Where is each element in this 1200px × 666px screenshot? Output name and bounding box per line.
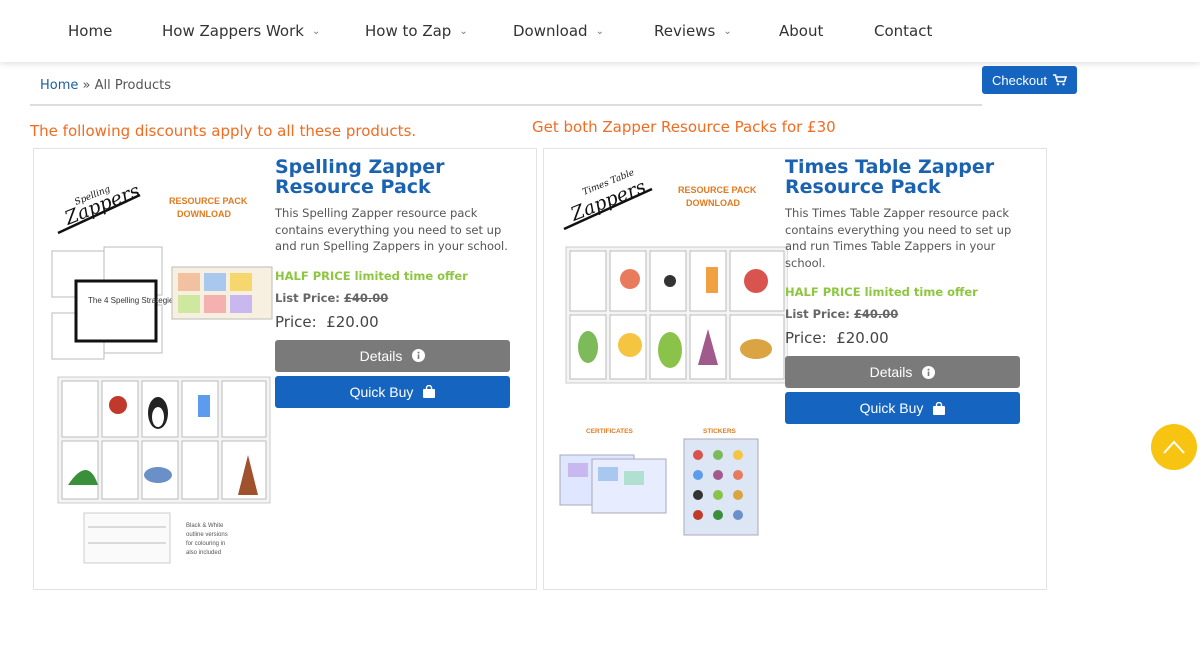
times-table-pack-illustration: Times Table Zappers RESOURCE PACK DOWNLO…	[559, 168, 789, 536]
nav-download[interactable]: Download ⌄	[513, 22, 604, 40]
nav-contact[interactable]: Contact	[874, 22, 932, 40]
nav-download-label: Download	[513, 22, 588, 40]
list-price-value: £40.00	[343, 290, 389, 305]
cart-icon	[1052, 74, 1067, 86]
shopping-bag-icon	[933, 401, 946, 415]
nav-how-to-zap-label: How to Zap	[365, 22, 452, 40]
chevron-down-icon: ⌄	[595, 26, 604, 37]
checkout-button[interactable]: Checkout	[982, 66, 1077, 94]
quick-buy-button[interactable]: Quick Buy	[785, 392, 1020, 424]
product-description: This Times Table Zapper resource pack co…	[785, 206, 1012, 270]
nav-home-label: Home	[68, 22, 113, 40]
svg-text:also included: also included	[186, 550, 221, 556]
nav-reviews-label: Reviews	[654, 22, 716, 40]
svg-text:STICKERS: STICKERS	[703, 428, 737, 435]
breadcrumb-separator: »	[82, 78, 91, 93]
details-label: Details	[359, 347, 403, 364]
svg-text:Black & White: Black & White	[186, 523, 224, 529]
price-label: Price:	[785, 329, 827, 347]
quick-buy-label: Quick Buy	[859, 400, 924, 416]
product-card-times-table: Times Table Zappers RESOURCE PACK DOWNLO…	[543, 148, 1047, 590]
svg-text:RESOURCE PACK: RESOURCE PACK	[678, 185, 757, 195]
quick-buy-button[interactable]: Quick Buy	[275, 375, 510, 408]
offer-badge: HALF PRICE limited time offer	[275, 268, 468, 283]
list-price: List Price: £40.00	[785, 307, 1021, 321]
details-label: Details	[869, 364, 913, 380]
product-info-times-table: Times Table Zapper Resource Pack This Ti…	[785, 157, 1021, 428]
nav-how-to-zap[interactable]: How to Zap ⌄	[365, 22, 468, 40]
price-value: £20.00	[326, 312, 379, 331]
nav-home[interactable]: Home	[68, 22, 112, 40]
breadcrumb-current: All Products	[94, 78, 172, 93]
svg-text:The 4 Spelling Strategies: The 4 Spelling Strategies	[88, 296, 177, 305]
nav-how-zappers-work[interactable]: How Zappers Work ⌄	[162, 22, 320, 40]
shopping-bag-icon	[423, 385, 436, 398]
nav-about[interactable]: About	[779, 22, 823, 40]
details-button[interactable]: Details	[275, 339, 510, 372]
product-info-spelling: Spelling Zapper Resource Pack This Spell…	[275, 157, 511, 412]
info-icon	[922, 365, 936, 379]
nav-how-zappers-work-label: How Zappers Work	[162, 22, 304, 40]
list-price: List Price: £40.00	[275, 291, 511, 305]
svg-text:CERTIFICATES: CERTIFICATES	[586, 428, 633, 435]
svg-text:outline versions: outline versions	[186, 532, 228, 538]
quick-buy-label: Quick Buy	[349, 383, 414, 400]
bundle-offer-note[interactable]: Get both Zapper Resource Packs for £30	[532, 118, 836, 136]
product-card-spelling: Spelling Zappers RESOURCE PACK DOWNLOAD …	[33, 148, 537, 590]
product-image-spelling[interactable]: Spelling Zappers RESOURCE PACK DOWNLOAD …	[48, 155, 278, 575]
svg-text:DOWNLOAD: DOWNLOAD	[177, 209, 231, 219]
price-value: £20.00	[836, 329, 889, 347]
offer-badge: HALF PRICE limited time offer	[785, 285, 978, 299]
chevron-up-icon	[1163, 440, 1185, 454]
scroll-to-top-button[interactable]	[1151, 424, 1197, 470]
breadcrumb-home-link[interactable]: Home	[40, 78, 78, 93]
svg-text:DOWNLOAD: DOWNLOAD	[686, 198, 740, 208]
product-description: This Spelling Zapper resource pack conta…	[275, 206, 508, 253]
info-icon	[412, 349, 426, 362]
list-price-value: £40.00	[853, 307, 899, 321]
nav-contact-label: Contact	[874, 22, 933, 40]
details-button[interactable]: Details	[785, 356, 1020, 388]
discount-note: The following discounts apply to all the…	[30, 122, 417, 140]
svg-text:RESOURCE PACK: RESOURCE PACK	[169, 196, 248, 206]
product-image-times-table[interactable]: Times Table Zappers RESOURCE PACK DOWNLO…	[558, 155, 789, 575]
list-price-label: List Price:	[785, 307, 850, 321]
breadcrumb-divider	[30, 104, 982, 106]
breadcrumb: Home » All Products	[40, 78, 171, 93]
checkout-label: Checkout	[992, 72, 1047, 88]
chevron-down-icon: ⌄	[311, 26, 321, 37]
price: Price: £20.00	[275, 313, 511, 331]
price: Price: £20.00	[785, 329, 1021, 347]
product-title[interactable]: Times Table Zapper Resource Pack	[785, 157, 1021, 197]
list-price-label: List Price:	[275, 290, 340, 305]
chevron-down-icon: ⌄	[723, 26, 732, 37]
nav-reviews[interactable]: Reviews ⌄	[654, 22, 732, 40]
price-label: Price:	[275, 312, 317, 331]
top-navigation: Home How Zappers Work ⌄ How to Zap ⌄ Downl…	[0, 0, 1200, 62]
chevron-down-icon: ⌄	[459, 26, 468, 37]
product-title[interactable]: Spelling Zapper Resource Pack	[275, 157, 511, 197]
svg-text:for colouring in: for colouring in	[186, 541, 225, 547]
nav-about-label: About	[779, 22, 824, 40]
spelling-pack-illustration: Spelling Zappers RESOURCE PACK DOWNLOAD …	[51, 180, 273, 564]
